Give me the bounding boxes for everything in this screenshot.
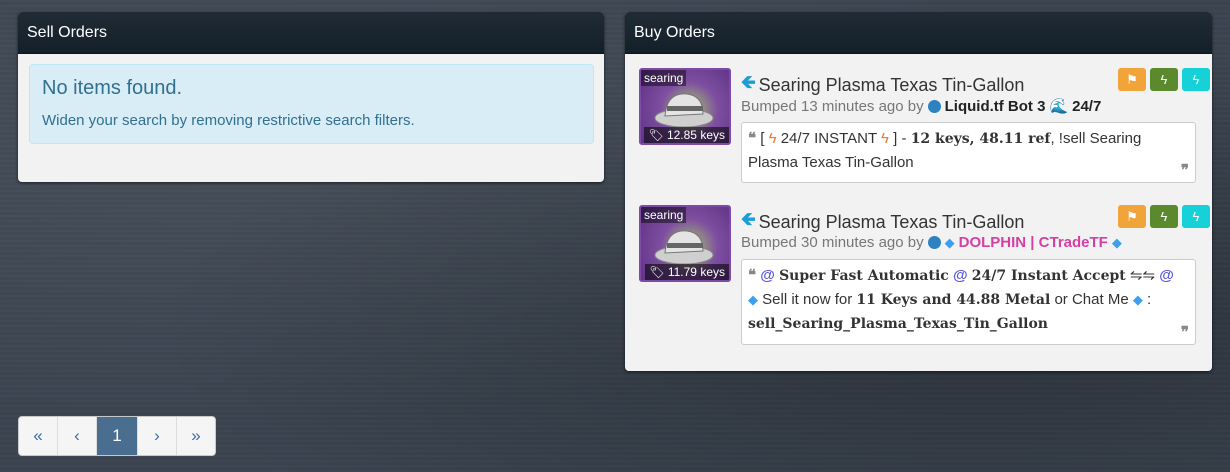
quote-open-icon: ❝ xyxy=(748,267,757,284)
last-page-button[interactable]: » xyxy=(177,417,215,455)
steam-dot-icon xyxy=(927,236,941,249)
tag-icon: 🏷 xyxy=(649,265,665,279)
instant-trade-button[interactable]: ϟ xyxy=(1150,68,1178,91)
listing-actions: ⚑ ϟ ϟ xyxy=(1118,205,1210,228)
listing-message: ❝ [ ϟ 24/7 INSTANT ϟ ] - 12 keys, 48.11 … xyxy=(741,122,1196,183)
item-thumbnail[interactable]: searing 🏷 11.79 keys xyxy=(639,205,731,282)
item-name[interactable]: Searing Plasma Texas Tin-Gallon xyxy=(759,75,1025,96)
page-1-button[interactable]: 1 xyxy=(97,417,138,455)
bumped-line: Bumped 13 minutes ago by Liquid.tf Bot 3… xyxy=(741,97,1102,116)
spiral-icon: @ xyxy=(760,267,775,284)
item-title[interactable]: 🡸 Searing Plasma Texas Tin-Gallon xyxy=(741,207,1024,237)
bolt-icon: ϟ xyxy=(881,130,889,147)
quote-close-icon: ❞ xyxy=(1180,162,1189,179)
trade-offer-button[interactable]: ϟ xyxy=(1182,205,1210,228)
spiral-icon: @ xyxy=(1159,267,1174,284)
message-part2: 24/7 Instant Accept xyxy=(971,268,1126,284)
steam-dot-icon xyxy=(927,99,941,113)
quote-close-icon: ❞ xyxy=(1180,324,1189,341)
message-bracket-open: [ xyxy=(760,130,765,147)
no-items-text: Widen your search by removing restrictiv… xyxy=(42,112,415,129)
bumped-text: Bumped 13 minutes ago by xyxy=(741,97,924,115)
message-part1: Super Fast Automatic xyxy=(779,268,949,284)
flag-icon: ⚑ xyxy=(1126,208,1138,224)
message-chat: or Chat Me xyxy=(1054,291,1129,308)
report-button[interactable]: ⚑ xyxy=(1118,205,1146,228)
price-label: 🏷 11.79 keys xyxy=(645,264,729,280)
message-sell-text: Sell it now for xyxy=(762,291,853,308)
sell-orders-header: Sell Orders xyxy=(18,12,604,54)
arrow-left-icon: 🡸 xyxy=(741,72,756,92)
prev-page-button[interactable]: ‹ xyxy=(58,417,97,455)
item-name[interactable]: Searing Plasma Texas Tin-Gallon xyxy=(759,212,1025,233)
no-items-alert: No items found. Widen your search by rem… xyxy=(29,64,594,144)
next-page-button[interactable]: › xyxy=(138,417,177,455)
bumped-line: Bumped 30 minutes ago by ◆ DOLPHIN | CTr… xyxy=(741,234,1122,251)
listing-item: searing 🏷 11.79 keys 🡸 Searing Plasma Te… xyxy=(639,205,1210,345)
diamond-icon: ◆ xyxy=(1132,292,1143,307)
message-colon: : xyxy=(1147,291,1152,308)
buy-orders-panel: Buy Orders searing 🏷 12.85 keys 🡸 Searin… xyxy=(625,12,1212,371)
diamond-icon: ◆ xyxy=(944,234,955,250)
quality-tag: searing xyxy=(641,70,687,86)
message-instant: 24/7 INSTANT xyxy=(780,130,877,147)
item-thumbnail[interactable]: searing 🏷 12.85 keys xyxy=(639,68,731,145)
instant-trade-button[interactable]: ϟ xyxy=(1150,205,1178,228)
message-price: 12 keys, 48.11 ref xyxy=(910,131,1051,147)
listing-actions: ⚑ ϟ ϟ xyxy=(1118,68,1210,91)
message-command: sell_Searing_Plasma_Texas_Tin_Gallon xyxy=(748,316,1048,332)
listing-message: ❝ @ Super Fast Automatic @ 24/7 Instant … xyxy=(741,259,1196,345)
bolt-icon: ϟ xyxy=(768,130,777,147)
item-title[interactable]: 🡸 Searing Plasma Texas Tin-Gallon xyxy=(741,70,1024,100)
trade-offer-button[interactable]: ϟ xyxy=(1182,68,1210,91)
wave-icon: 🌊 xyxy=(1049,98,1069,115)
bolt-icon: ϟ xyxy=(1160,209,1168,224)
buy-orders-header: Buy Orders xyxy=(625,12,1212,54)
pagination: « ‹ 1 › » xyxy=(18,416,216,456)
user-link[interactable]: Liquid.tf Bot 3 xyxy=(945,98,1046,115)
message-arrows: ⇋⇋ xyxy=(1129,267,1156,284)
no-items-title: No items found. xyxy=(42,77,183,99)
diamond-icon: ◆ xyxy=(1111,234,1122,250)
price-value: 11.79 keys xyxy=(667,265,725,279)
message-bracket-close: ] - xyxy=(893,130,907,147)
bolt-icon: ϟ xyxy=(1192,209,1200,224)
sell-orders-panel: Sell Orders No items found. Widen your s… xyxy=(18,12,604,182)
bumped-text: Bumped 30 minutes ago by xyxy=(741,234,924,251)
tag-icon: 🏷 xyxy=(648,128,664,142)
price-value: 12.85 keys xyxy=(666,128,725,142)
bolt-icon: ϟ xyxy=(1160,72,1168,87)
user-link[interactable]: DOLPHIN | CTradeTF xyxy=(959,234,1108,251)
spiral-icon: @ xyxy=(952,267,968,284)
arrow-left-icon: 🡸 xyxy=(741,209,756,229)
bolt-icon: ϟ xyxy=(1192,72,1200,87)
report-button[interactable]: ⚑ xyxy=(1118,68,1146,91)
quote-open-icon: ❝ xyxy=(748,130,757,147)
first-page-button[interactable]: « xyxy=(19,417,58,455)
flag-icon: ⚑ xyxy=(1126,71,1138,87)
quality-tag: searing xyxy=(641,207,687,223)
diamond-icon: ◆ xyxy=(748,292,758,307)
hat-image xyxy=(654,230,714,265)
message-price: 11 Keys and 44.88 Metal xyxy=(856,292,1051,308)
listing-item: searing 🏷 12.85 keys 🡸 Searing Plasma Te… xyxy=(639,68,1210,195)
price-label: 🏷 12.85 keys xyxy=(644,127,729,143)
user-extra: 24/7 xyxy=(1072,97,1102,115)
hat-image xyxy=(654,93,714,128)
